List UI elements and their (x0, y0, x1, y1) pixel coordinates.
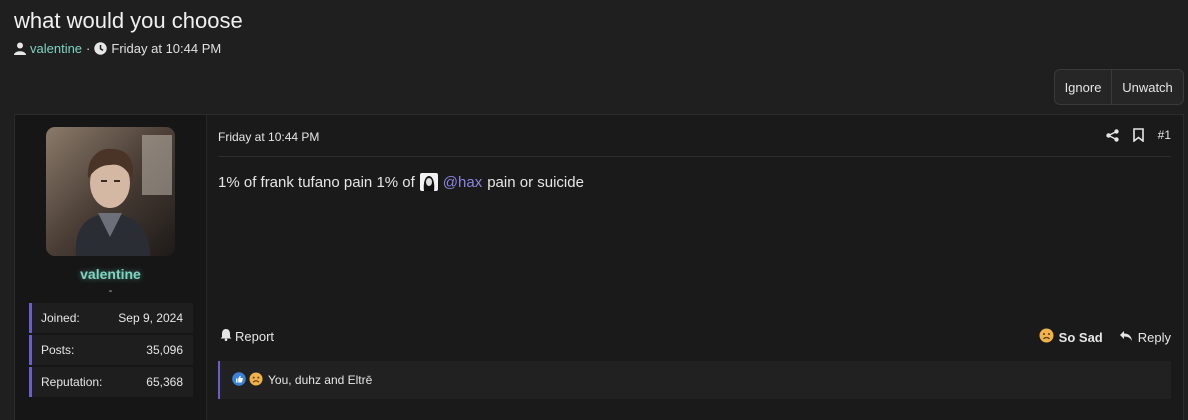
reply-icon (1119, 330, 1133, 345)
meta-separator: · (86, 41, 91, 56)
share-icon[interactable] (1105, 128, 1119, 142)
stat-label: Posts: (41, 343, 75, 357)
stat-value: Sep 9, 2024 (118, 311, 183, 325)
post-bottom-actions: So Sad Reply (1039, 328, 1171, 346)
like-icon (232, 371, 246, 389)
thread-date[interactable]: Friday at 10:44 PM (111, 41, 221, 56)
stat-posts: Posts: 35,096 (29, 335, 193, 365)
bookmark-icon[interactable] (1132, 128, 1144, 142)
stat-label: Joined: (41, 311, 80, 325)
reaction-label: So Sad (1058, 329, 1103, 345)
post-username[interactable]: valentine (15, 266, 206, 282)
thread-title: what would you choose (14, 8, 243, 33)
reactions-summary[interactable]: You, duhz and Eltrē (268, 373, 372, 387)
post-content: Friday at 10:44 PM #1 1% of frank tufano… (218, 115, 1171, 420)
reactions-bar[interactable]: You, duhz and Eltrē (218, 361, 1171, 399)
reply-button[interactable]: Reply (1119, 330, 1171, 345)
stat-value: 35,096 (146, 343, 183, 357)
user-icon (14, 42, 26, 55)
reply-label: Reply (1137, 329, 1171, 345)
post-message: 1% of frank tufano pain 1% of @hax pain … (218, 173, 584, 191)
stat-reputation: Reputation: 65,368 (29, 367, 193, 397)
user-mention-link[interactable]: @hax (443, 174, 482, 191)
mention-avatar (419, 173, 438, 191)
message-text: 1% of frank tufano pain 1% of (218, 173, 415, 191)
unwatch-button[interactable]: Unwatch (1112, 70, 1183, 104)
react-button[interactable]: So Sad (1039, 328, 1103, 346)
message-text: pain or suicide (487, 173, 584, 191)
stat-value: 65,368 (146, 375, 183, 389)
clock-icon (94, 42, 108, 55)
report-button[interactable]: Report (220, 328, 274, 344)
post-number[interactable]: #1 (1158, 128, 1171, 142)
avatar[interactable] (46, 127, 175, 256)
sad-face-icon (1039, 328, 1054, 346)
stat-label: Reputation: (41, 375, 103, 389)
thread-actions: Ignore Unwatch (1054, 69, 1184, 105)
post-user-column: valentine - Joined: Sep 9, 2024 Posts: 3… (15, 115, 207, 420)
thread-meta: valentine · Friday at 10:44 PM (14, 41, 221, 56)
stat-joined: Joined: Sep 9, 2024 (29, 303, 193, 333)
ignore-button[interactable]: Ignore (1055, 70, 1112, 104)
post-divider (218, 156, 1171, 157)
post: valentine - Joined: Sep 9, 2024 Posts: 3… (14, 114, 1184, 420)
post-top-actions: #1 (1105, 128, 1171, 142)
sad-face-icon (249, 371, 263, 389)
post-date[interactable]: Friday at 10:44 PM (218, 130, 319, 144)
thread-author-link[interactable]: valentine (30, 41, 82, 56)
report-label: Report (235, 328, 275, 344)
bell-icon (220, 328, 232, 344)
user-title: - (108, 285, 113, 297)
